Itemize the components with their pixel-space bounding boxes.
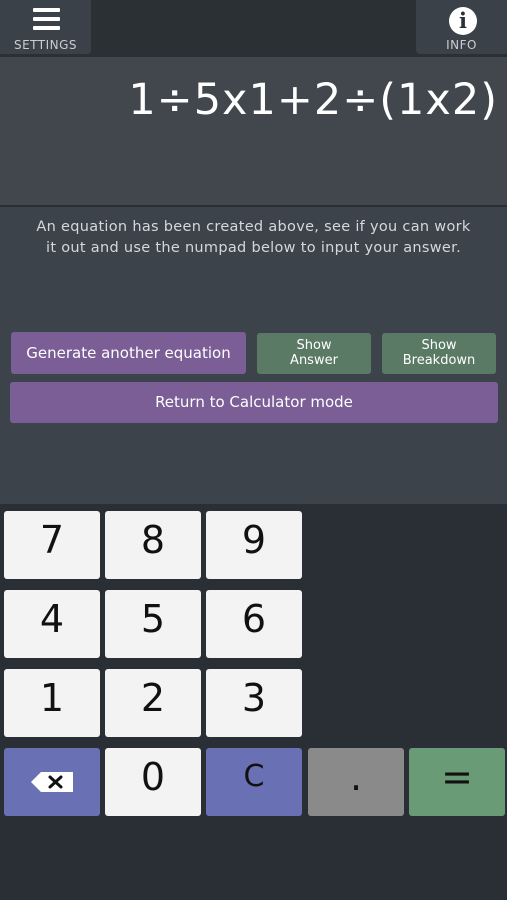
key-7[interactable]: 7 [4, 511, 100, 579]
hamburger-menu-icon [33, 8, 60, 35]
show-answer-label-1: Show [296, 338, 332, 353]
settings-button[interactable]: SETTINGS [0, 0, 91, 54]
key-1[interactable]: 1 [4, 669, 100, 737]
show-answer-button[interactable]: Show Answer [257, 333, 371, 374]
generate-equation-button[interactable]: Generate another equation [11, 332, 246, 374]
equals-key[interactable]: = [409, 748, 505, 816]
show-breakdown-label-2: Breakdown [402, 353, 476, 368]
top-bar: SETTINGS i INFO [0, 0, 507, 57]
show-breakdown-button[interactable]: Show Breakdown [382, 333, 496, 374]
show-answer-label-2: Answer [290, 353, 338, 368]
info-icon: i [449, 7, 477, 35]
key-4[interactable]: 4 [4, 590, 100, 658]
key-8[interactable]: 8 [105, 511, 201, 579]
instruction-line-1: An equation has been created above, see … [36, 219, 471, 235]
show-breakdown-label-1: Show [421, 338, 457, 353]
return-to-calculator-button[interactable]: Return to Calculator mode [10, 382, 498, 423]
info-label: INFO [446, 38, 477, 52]
instruction-line-2: it out and use the numpad below to input… [46, 240, 461, 256]
settings-label: SETTINGS [13, 38, 78, 52]
instruction-text: An equation has been created above, see … [20, 217, 487, 259]
equation-display: 1÷5x1+2÷(1x2) [0, 57, 507, 205]
control-panel: An equation has been created above, see … [0, 207, 507, 504]
info-button[interactable]: i INFO [416, 0, 507, 54]
key-6[interactable]: 6 [206, 590, 302, 658]
numpad: 7 8 9 4 5 6 1 2 3 0 C . = [0, 504, 507, 900]
key-0[interactable]: 0 [105, 748, 201, 816]
key-9[interactable]: 9 [206, 511, 302, 579]
key-3[interactable]: 3 [206, 669, 302, 737]
backspace-icon [31, 772, 73, 792]
backspace-key[interactable] [4, 748, 100, 816]
clear-key[interactable]: C [206, 748, 302, 816]
key-5[interactable]: 5 [105, 590, 201, 658]
equation-text: 1÷5x1+2÷(1x2) [128, 75, 498, 125]
key-2[interactable]: 2 [105, 669, 201, 737]
decimal-key[interactable]: . [308, 748, 404, 816]
